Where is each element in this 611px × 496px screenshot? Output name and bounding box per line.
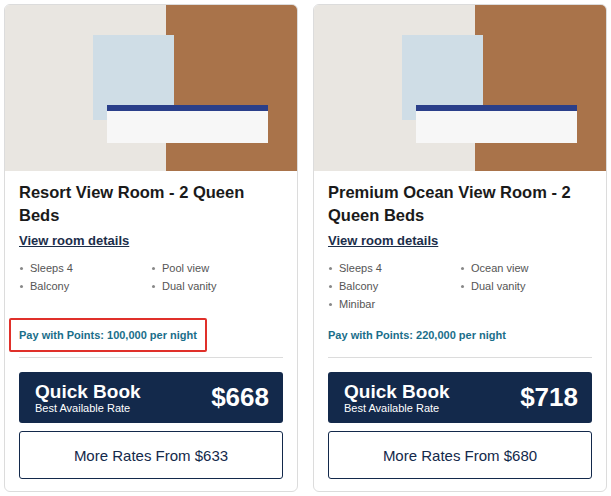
room-photo [5, 5, 297, 171]
room-card: Resort View Room - 2 Queen Beds View roo… [4, 4, 298, 492]
divider [328, 357, 592, 358]
more-rates-button[interactable]: More Rates From $633 [19, 431, 283, 479]
room-title: Premium Ocean View Room - 2 Queen Beds [328, 181, 592, 227]
feature-item: Dual vanity [151, 278, 283, 295]
room-photo [314, 5, 606, 171]
points-price: Pay with Points: 100,000 per night [9, 318, 207, 352]
feature-item: Balcony [328, 278, 460, 295]
quick-book-button[interactable]: Quick Book Best Available Rate $668 [19, 372, 283, 423]
room-card: Premium Ocean View Room - 2 Queen Beds V… [313, 4, 607, 492]
price: $668 [211, 382, 269, 413]
feature-item: Dual vanity [460, 278, 592, 295]
feature-list: Sleeps 4Ocean viewBalconyDual vanityMini… [328, 260, 592, 314]
feature-item: Balcony [19, 278, 151, 295]
room-title: Resort View Room - 2 Queen Beds [19, 181, 283, 227]
feature-list: Sleeps 4Pool viewBalconyDual vanity [19, 260, 283, 314]
feature-item: Sleeps 4 [19, 260, 151, 277]
quick-book-button[interactable]: Quick Book Best Available Rate $718 [328, 372, 592, 423]
feature-item: Sleeps 4 [328, 260, 460, 277]
price: $718 [520, 382, 578, 413]
room-list: Resort View Room - 2 Queen Beds View roo… [0, 0, 611, 496]
feature-item: Pool view [151, 260, 283, 277]
divider [19, 357, 283, 358]
feature-item: Ocean view [460, 260, 592, 277]
room-details-link[interactable]: View room details [19, 233, 129, 248]
points-price: Pay with Points: 220,000 per night [318, 318, 516, 352]
feature-item: Minibar [328, 296, 460, 313]
room-details-link[interactable]: View room details [328, 233, 438, 248]
more-rates-button[interactable]: More Rates From $680 [328, 431, 592, 479]
